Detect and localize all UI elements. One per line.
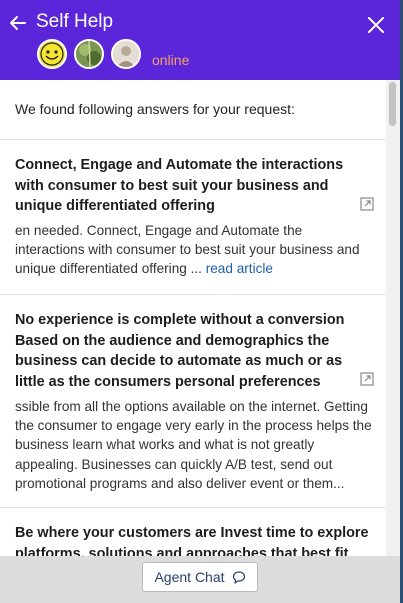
agent-avatar-plant bbox=[74, 39, 104, 69]
footer: Agent Chat bbox=[0, 556, 400, 603]
close-button[interactable] bbox=[364, 13, 388, 37]
close-icon bbox=[368, 17, 384, 33]
agent-chat-button[interactable]: Agent Chat bbox=[142, 562, 258, 592]
agent-avatar-person bbox=[111, 39, 141, 69]
article-title[interactable]: No experience is complete without a conv… bbox=[15, 310, 370, 392]
agent-avatar-smiley bbox=[37, 39, 67, 69]
online-status: online bbox=[152, 52, 190, 68]
self-help-widget: Self Help online We found following answ… bbox=[0, 0, 400, 603]
divider bbox=[0, 294, 386, 295]
back-button[interactable] bbox=[6, 11, 30, 35]
article-snippet: en needed. Connect, Engage and Automate … bbox=[15, 221, 375, 279]
divider bbox=[0, 507, 386, 508]
chat-bubble-icon bbox=[232, 570, 245, 584]
article-title[interactable]: Be where your customers are Invest time … bbox=[15, 523, 370, 556]
agent-chat-label: Agent Chat bbox=[154, 569, 225, 585]
read-article-link[interactable]: read article bbox=[206, 261, 273, 276]
page-title: Self Help bbox=[36, 11, 114, 32]
back-arrow-icon bbox=[10, 16, 26, 30]
external-link-icon[interactable] bbox=[360, 372, 374, 386]
external-link-icon[interactable] bbox=[360, 197, 374, 211]
divider bbox=[0, 139, 386, 140]
intro-text: We found following answers for your requ… bbox=[15, 101, 295, 117]
answers-list[interactable]: We found following answers for your requ… bbox=[0, 80, 386, 556]
article-title[interactable]: Connect, Engage and Automate the interac… bbox=[15, 155, 370, 217]
scrollbar[interactable] bbox=[386, 80, 400, 556]
scrollbar-thumb[interactable] bbox=[389, 82, 396, 126]
article-snippet: ssible from all the options available on… bbox=[15, 399, 372, 491]
ellipsis: ... bbox=[186, 261, 206, 277]
header: Self Help online bbox=[0, 0, 400, 80]
